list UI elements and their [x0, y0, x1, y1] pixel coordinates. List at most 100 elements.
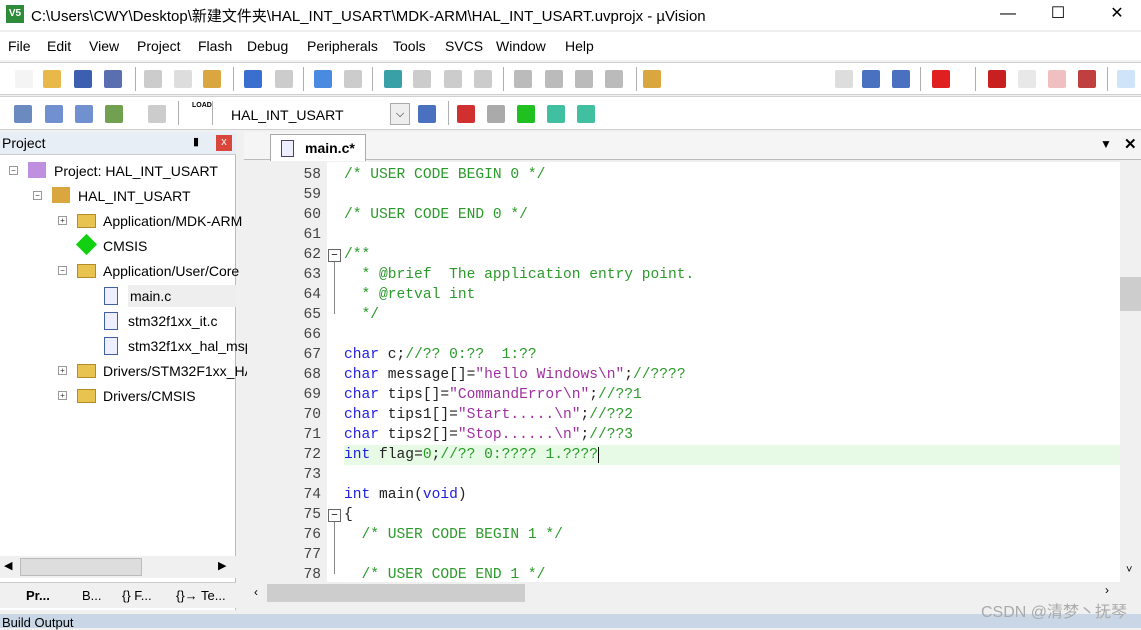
- fold-collapse-icon[interactable]: −: [328, 249, 341, 262]
- load-icon[interactable]: LOAD: [192, 102, 212, 109]
- menu-debug[interactable]: Debug: [247, 38, 288, 54]
- menu-view[interactable]: View: [89, 38, 119, 54]
- menu-window[interactable]: Window: [496, 38, 546, 54]
- disable-all-breakpoints-icon[interactable]: [1048, 70, 1066, 88]
- code-line[interactable]: */: [344, 305, 1120, 325]
- tree-item[interactable]: − Project: HAL_INT_USART: [0, 160, 234, 182]
- breakpoint-icon[interactable]: [988, 70, 1006, 88]
- scroll-right-icon[interactable]: ›: [1105, 583, 1109, 597]
- uncomment-icon[interactable]: [605, 70, 623, 88]
- menu-peripherals[interactable]: Peripherals: [307, 38, 378, 54]
- prev-bookmark-icon[interactable]: [413, 70, 431, 88]
- save-all-icon[interactable]: [104, 70, 122, 88]
- incremental-find-icon[interactable]: [862, 70, 880, 88]
- minimize-button[interactable]: —: [985, 0, 1031, 30]
- tree-item[interactable]: − HAL_INT_USART: [0, 185, 234, 207]
- collapse-icon[interactable]: −: [58, 266, 67, 275]
- options-for-target-icon[interactable]: [418, 105, 436, 123]
- panel-tab[interactable]: {} F...: [122, 588, 152, 603]
- tree-item[interactable]: − Application/User/Core: [0, 260, 239, 282]
- scrollbar-thumb[interactable]: [1120, 277, 1141, 311]
- code-line[interactable]: [344, 325, 1120, 345]
- target-select[interactable]: HAL_INT_USART ⌵: [222, 103, 410, 125]
- manage-rte-icon[interactable]: [517, 105, 535, 123]
- indent-icon[interactable]: [514, 70, 532, 88]
- rebuild-icon[interactable]: [75, 105, 93, 123]
- unindent-icon[interactable]: [545, 70, 563, 88]
- forward-icon[interactable]: [344, 70, 362, 88]
- tree-item[interactable]: + Drivers/CMSIS: [0, 385, 234, 407]
- scrollbar-thumb[interactable]: [20, 558, 142, 576]
- open-folder-icon[interactable]: [43, 70, 61, 88]
- pack-installer-icon[interactable]: [547, 105, 565, 123]
- code-line[interactable]: /* USER CODE END 1 */: [344, 565, 1120, 582]
- menu-file[interactable]: File: [8, 38, 31, 54]
- tree-horizontal-scrollbar[interactable]: ◀ ▶: [0, 556, 236, 578]
- tree-item[interactable]: + Application/MDK-ARM: [0, 210, 242, 232]
- disable-breakpoint-icon[interactable]: [1018, 70, 1036, 88]
- find-icon[interactable]: [892, 70, 910, 88]
- code-line[interactable]: char tips[]="CommandError\n";//??1: [344, 385, 1120, 405]
- paste-icon[interactable]: [203, 70, 221, 88]
- clear-bookmarks-icon[interactable]: [474, 70, 492, 88]
- expand-icon[interactable]: +: [58, 391, 67, 400]
- scroll-left-icon[interactable]: ‹: [254, 585, 258, 599]
- chevron-down-icon[interactable]: ⌵: [390, 103, 410, 125]
- code-line[interactable]: /* USER CODE END 0 */: [344, 205, 1120, 225]
- stop-build-icon[interactable]: [148, 105, 166, 123]
- select-packs-icon[interactable]: [487, 105, 505, 123]
- tree-item[interactable]: stm32f1xx_hal_msp.c: [0, 335, 263, 357]
- comment-icon[interactable]: [575, 70, 593, 88]
- translate-icon[interactable]: [14, 105, 32, 123]
- find-in-files-icon[interactable]: [643, 70, 661, 88]
- batch-build-icon[interactable]: [105, 105, 123, 123]
- bookmark-icon[interactable]: [384, 70, 402, 88]
- cut-icon[interactable]: [144, 70, 162, 88]
- code-line[interactable]: * @brief The application entry point.: [344, 265, 1120, 285]
- scrollbar-thumb[interactable]: [267, 584, 525, 602]
- code-line[interactable]: * @retval int: [344, 285, 1120, 305]
- fold-collapse-icon[interactable]: −: [328, 509, 341, 522]
- menu-project[interactable]: Project: [137, 38, 181, 54]
- code-line[interactable]: /* USER CODE BEGIN 0 */: [344, 165, 1120, 185]
- scroll-right-icon[interactable]: ▶: [218, 559, 226, 572]
- scroll-left-icon[interactable]: ◀: [4, 559, 12, 572]
- code-line[interactable]: [344, 225, 1120, 245]
- search-combo-dropdown[interactable]: [835, 70, 853, 88]
- close-button[interactable]: ✕: [1094, 0, 1140, 30]
- new-file-icon[interactable]: [15, 70, 33, 88]
- menu-edit[interactable]: Edit: [47, 38, 71, 54]
- menu-flash[interactable]: Flash: [198, 38, 232, 54]
- pin-icon[interactable]: ▮: [193, 135, 199, 148]
- menu-svcs[interactable]: SVCS: [445, 38, 483, 54]
- undo-icon[interactable]: [244, 70, 262, 88]
- next-bookmark-icon[interactable]: [444, 70, 462, 88]
- expand-icon[interactable]: +: [58, 216, 67, 225]
- tab-list-dropdown-icon[interactable]: ▼: [1100, 137, 1112, 151]
- menu-tools[interactable]: Tools: [393, 38, 426, 54]
- code-line[interactable]: int flag=0;//?? 0:???? 1.????: [344, 445, 1120, 465]
- code-line[interactable]: {: [344, 505, 1120, 525]
- code-line[interactable]: char c;//?? 0:?? 1:??: [344, 345, 1120, 365]
- manage-project-items-icon[interactable]: [457, 105, 475, 123]
- scroll-down-icon[interactable]: ˅: [1126, 564, 1132, 576]
- tab-main-c[interactable]: main.c*: [270, 134, 366, 161]
- close-tab-icon[interactable]: ✕: [1124, 135, 1137, 153]
- panel-tab[interactable]: Pr...: [26, 588, 50, 603]
- code-line[interactable]: char message[]="hello Windows\n";//????: [344, 365, 1120, 385]
- redo-icon[interactable]: [275, 70, 293, 88]
- code-line[interactable]: [344, 185, 1120, 205]
- tree-item[interactable]: + Drivers/STM32F1xx_HAL_Driver: [0, 360, 307, 382]
- code-line[interactable]: /**: [344, 245, 1120, 265]
- collapse-icon[interactable]: −: [33, 191, 42, 200]
- build-icon[interactable]: [45, 105, 63, 123]
- code-line[interactable]: int main(void): [344, 485, 1120, 505]
- panel-tab[interactable]: B...: [82, 588, 102, 603]
- maximize-button[interactable]: ☐: [1035, 0, 1081, 30]
- code-editor[interactable]: 58 59 60 61 62−63 64 65 66 67 68 69 70 71 72 73 74 75−76…: [247, 162, 1120, 582]
- code-line[interactable]: [344, 465, 1120, 485]
- rte-components-icon[interactable]: [577, 105, 595, 123]
- collapse-icon[interactable]: −: [9, 166, 18, 175]
- debug-session-icon[interactable]: [932, 70, 950, 88]
- copy-icon[interactable]: [174, 70, 192, 88]
